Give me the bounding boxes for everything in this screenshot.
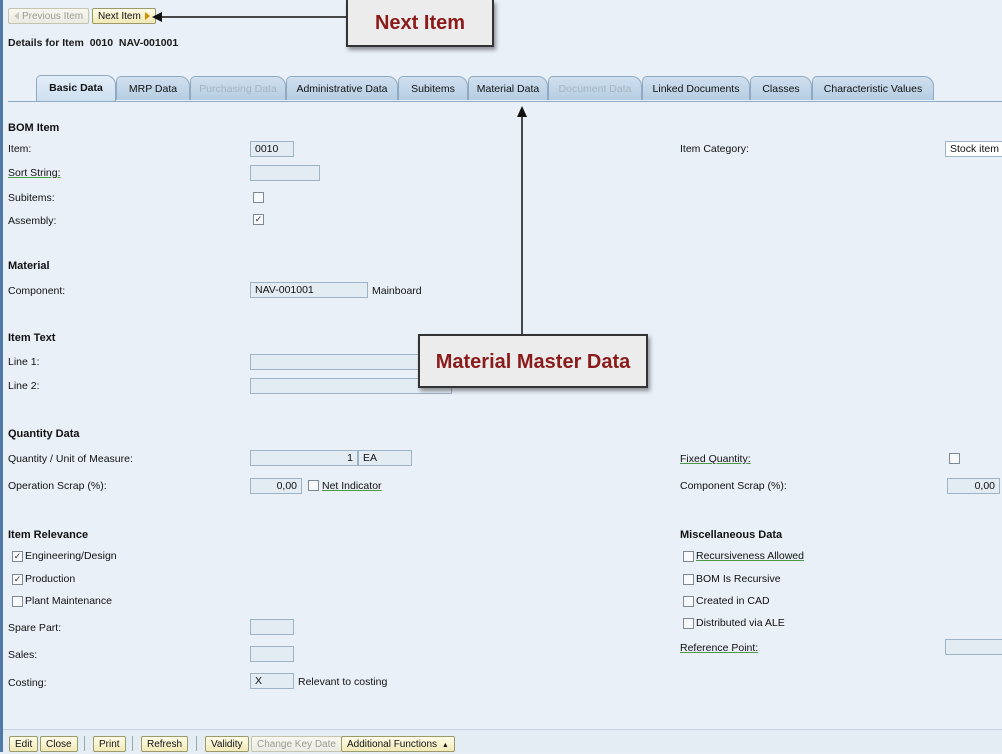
reference-point-label[interactable]: Reference Point: bbox=[680, 642, 758, 654]
uom-field[interactable]: EA bbox=[358, 450, 412, 466]
fixed-quantity-checkbox[interactable] bbox=[949, 453, 960, 464]
print-button[interactable]: Print bbox=[93, 736, 126, 752]
subitems-label: Subitems: bbox=[8, 192, 55, 204]
tab-basic-data[interactable]: Basic Data bbox=[36, 75, 116, 101]
toolbar-separator bbox=[132, 736, 133, 751]
costing-label: Costing: bbox=[8, 677, 47, 689]
operation-scrap-label: Operation Scrap (%): bbox=[8, 480, 107, 492]
tab-linked-documents[interactable]: Linked Documents bbox=[642, 76, 750, 100]
tab-document-data[interactable]: Document Data bbox=[548, 76, 642, 100]
distributed-via-ale-checkbox[interactable] bbox=[683, 618, 694, 629]
plant-maintenance-label: Plant Maintenance bbox=[25, 595, 112, 607]
spare-part-field[interactable] bbox=[250, 619, 294, 635]
tab-administrative-data[interactable]: Administrative Data bbox=[286, 76, 398, 100]
refresh-button[interactable]: Refresh bbox=[141, 736, 189, 752]
next-item-callout: Next Item bbox=[346, 0, 494, 47]
details-title: Details for Item 0010 NAV-001001 bbox=[8, 37, 179, 49]
line2-label: Line 2: bbox=[8, 380, 40, 392]
tab-mrp-data[interactable]: MRP Data bbox=[116, 76, 190, 100]
sort-string-label[interactable]: Sort String: bbox=[8, 167, 61, 179]
item-relevance-title: Item Relevance bbox=[8, 529, 89, 541]
item-field[interactable]: 0010 bbox=[250, 141, 294, 157]
bom-is-recursive-checkbox[interactable] bbox=[683, 574, 694, 585]
sort-string-field[interactable] bbox=[250, 165, 320, 181]
close-button[interactable]: Close bbox=[40, 736, 78, 752]
costing-field[interactable]: X bbox=[250, 673, 294, 689]
material-master-callout: Material Master Data bbox=[418, 334, 648, 388]
reference-point-field[interactable] bbox=[945, 639, 1002, 655]
engineering-design-label: Engineering/Design bbox=[25, 550, 117, 562]
tab-characteristic-values[interactable]: Characteristic Values bbox=[812, 76, 934, 100]
component-scrap-field[interactable]: 0,00 bbox=[947, 478, 1000, 494]
tab-underline bbox=[8, 101, 1002, 102]
toolbar-separator bbox=[84, 736, 85, 751]
component-label: Component: bbox=[8, 285, 66, 297]
item-label: Item: bbox=[8, 143, 32, 155]
quantity-data-title: Quantity Data bbox=[8, 428, 80, 440]
engineering-design-checkbox[interactable]: ✓ bbox=[12, 551, 23, 562]
tab-purchasing-data[interactable]: Purchasing Data bbox=[190, 76, 286, 100]
subitems-checkbox[interactable] bbox=[253, 192, 264, 203]
sales-label: Sales: bbox=[8, 649, 38, 661]
line1-label: Line 1: bbox=[8, 356, 40, 368]
edit-button[interactable]: Edit bbox=[9, 736, 39, 752]
misc-data-title: Miscellaneous Data bbox=[680, 529, 783, 541]
validity-button[interactable]: Validity bbox=[205, 736, 249, 752]
dropdown-arrow-icon: ▲ bbox=[441, 742, 449, 749]
plant-maintenance-checkbox[interactable] bbox=[12, 596, 23, 607]
bom-item-title: BOM Item bbox=[8, 122, 60, 134]
created-in-cad-checkbox[interactable] bbox=[683, 596, 694, 607]
production-label: Production bbox=[25, 573, 76, 585]
net-indicator-label[interactable]: Net Indicator bbox=[322, 480, 382, 492]
component-scrap-label: Component Scrap (%): bbox=[680, 480, 787, 492]
quantity-field[interactable]: 1 bbox=[250, 450, 358, 466]
item-category-label: Item Category: bbox=[680, 143, 749, 155]
component-field[interactable]: NAV-001001 bbox=[250, 282, 368, 298]
arrow-left-icon bbox=[14, 12, 19, 21]
costing-description: Relevant to costing bbox=[298, 676, 388, 688]
operation-scrap-field[interactable]: 0,00 bbox=[250, 478, 302, 494]
toolbar-separator bbox=[196, 736, 197, 751]
component-description: Mainboard bbox=[372, 285, 422, 297]
production-checkbox[interactable]: ✓ bbox=[12, 574, 23, 585]
sales-field[interactable] bbox=[250, 646, 294, 662]
change-key-date-button[interactable]: Change Key Date bbox=[251, 736, 342, 752]
left-border bbox=[0, 0, 3, 752]
next-item-arrow bbox=[152, 12, 348, 22]
tab-subitems[interactable]: Subitems bbox=[398, 76, 468, 100]
quantity-uom-label: Quantity / Unit of Measure: bbox=[8, 453, 133, 465]
recursiveness-allowed-label[interactable]: Recursiveness Allowed bbox=[696, 550, 804, 562]
additional-functions-button[interactable]: Additional Functions ▲ bbox=[341, 736, 455, 752]
tab-material-data[interactable]: Material Data bbox=[468, 76, 548, 100]
recursiveness-allowed-checkbox[interactable] bbox=[683, 551, 694, 562]
previous-item-button[interactable]: Previous Item bbox=[8, 8, 90, 24]
tab-classes[interactable]: Classes bbox=[750, 76, 812, 100]
assembly-label: Assembly: bbox=[8, 215, 57, 227]
net-indicator-checkbox[interactable] bbox=[308, 480, 319, 491]
bom-is-recursive-label: BOM Is Recursive bbox=[696, 573, 781, 585]
created-in-cad-label: Created in CAD bbox=[696, 595, 770, 607]
material-title: Material bbox=[8, 260, 50, 272]
fixed-quantity-label[interactable]: Fixed Quantity: bbox=[680, 453, 751, 465]
distributed-via-ale-label: Distributed via ALE bbox=[696, 617, 785, 629]
spare-part-label: Spare Part: bbox=[8, 622, 62, 634]
assembly-checkbox[interactable]: ✓ bbox=[253, 214, 264, 225]
next-item-button[interactable]: Next Item bbox=[92, 8, 156, 24]
item-category-field[interactable]: Stock item bbox=[945, 141, 1002, 157]
item-text-title: Item Text bbox=[8, 332, 56, 344]
material-master-arrow bbox=[517, 106, 527, 335]
